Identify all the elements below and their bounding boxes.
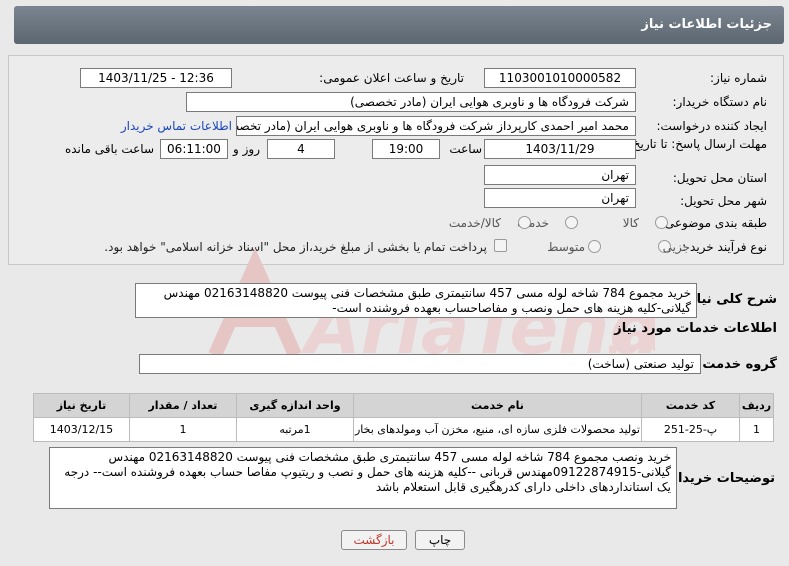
process-label: نوع فرآیند خرید : [682, 240, 767, 254]
buyer-notes-label: توضیحات خریدار: [665, 471, 775, 486]
cell-service-name: تولید محصولات فلزی سازه ای، منبع، مخزن آ… [352, 417, 643, 442]
category-label: طبقه بندی موضوعی: [660, 216, 767, 230]
treasury-payment-note: پرداخت تمام یا بخشی از مبلغ خرید،از محل … [104, 240, 487, 254]
cell-unit: 1مرتبه [235, 417, 354, 442]
table-row[interactable]: 1 پ-25-251 تولید محصولات فلزی سازه ای، م… [33, 417, 774, 442]
need-details-page: جزئیات اطلاعات نیاز شماره نیاز: 11030010… [0, 0, 789, 566]
category-service-radio[interactable] [565, 216, 578, 229]
remaining-time-label: ساعت باقی مانده [64, 142, 154, 156]
category-goods-service-label: کالا/خدمت [448, 216, 501, 230]
col-service-name: نام خدمت [352, 393, 643, 418]
category-goods-service-radio[interactable] [518, 216, 531, 229]
treasury-payment-checkbox[interactable] [494, 239, 507, 252]
deadline-date-field[interactable]: 1403/11/29 [484, 139, 636, 159]
service-group-field[interactable]: تولید صنعتی (ساخت) [139, 354, 701, 374]
cell-need-date: 1403/12/15 [33, 417, 130, 442]
buyer-org-label: نام دستگاه خریدار: [672, 95, 768, 109]
col-quantity: تعداد / مقدار [128, 393, 237, 418]
creator-label: ایجاد کننده درخواست: [656, 119, 767, 133]
need-number-label: شماره نیاز: [710, 71, 767, 85]
cell-service-code: پ-25-251 [641, 417, 740, 442]
buyer-notes-textarea[interactable]: خرید ونصب مجموع 784 شاخه لوله مسی 457 سا… [49, 447, 677, 509]
remaining-time-field[interactable]: 06:11:00 [160, 139, 228, 159]
category-goods-radio[interactable] [655, 216, 668, 229]
province-label: استان محل تحویل: [672, 171, 767, 185]
process-minor-label: جزیی [662, 240, 690, 254]
need-number-field[interactable]: 1103001010000582 [484, 68, 636, 88]
back-button[interactable]: بازگشت [341, 530, 407, 550]
buyer-org-field[interactable]: شرکت فرودگاه ها و ناوبری هوایی ایران (ما… [186, 92, 636, 112]
services-table: ردیف کد خدمت نام خدمت واحد اندازه گیری ت… [33, 393, 774, 442]
cell-row-number: 1 [739, 417, 774, 442]
creator-field[interactable]: محمد امیر احمدی کارپرداز شرکت فرودگاه ها… [236, 116, 636, 136]
process-medium-label: متوسط [547, 240, 585, 254]
services-table-header: ردیف کد خدمت نام خدمت واحد اندازه گیری ت… [33, 393, 774, 418]
process-medium-radio[interactable] [588, 240, 601, 253]
city-label: شهر محل تحویل: [680, 194, 767, 208]
col-service-code: کد خدمت [641, 393, 740, 418]
category-goods-label: کالا [622, 216, 639, 230]
col-row-number: ردیف [739, 393, 774, 418]
services-section-title: اطلاعات خدمات مورد نیاز [614, 321, 777, 336]
print-button[interactable]: چاپ [415, 530, 465, 550]
service-group-label: گروه خدمت: [697, 357, 777, 372]
cell-quantity: 1 [128, 417, 237, 442]
remaining-days-field[interactable]: 4 [267, 139, 335, 159]
deadline-time-field[interactable]: 19:00 [372, 139, 440, 159]
page-title: جزئیات اطلاعات نیاز [14, 6, 784, 44]
announce-datetime-field[interactable]: 1403/11/25 - 12:36 [80, 68, 232, 88]
announce-datetime-label: تاریخ و ساعت اعلان عمومی: [319, 71, 464, 85]
description-textarea[interactable]: خرید مجموع 784 شاخه لوله مسی 457 سانتیمت… [135, 283, 697, 318]
col-unit: واحد اندازه گیری [235, 393, 354, 418]
deadline-time-label: ساعت [449, 142, 482, 156]
buyer-contact-link[interactable]: اطلاعات تماس خریدار [121, 119, 232, 133]
remaining-days-label: روز و [233, 142, 260, 156]
province-field[interactable]: تهران [484, 165, 636, 185]
description-label: شرح کلی نیاز: [683, 292, 777, 307]
deadline-label: مهلت ارسال پاسخ: تا تاریخ: [628, 137, 767, 151]
city-field[interactable]: تهران [484, 188, 636, 208]
col-need-date: تاریخ نیاز [33, 393, 130, 418]
